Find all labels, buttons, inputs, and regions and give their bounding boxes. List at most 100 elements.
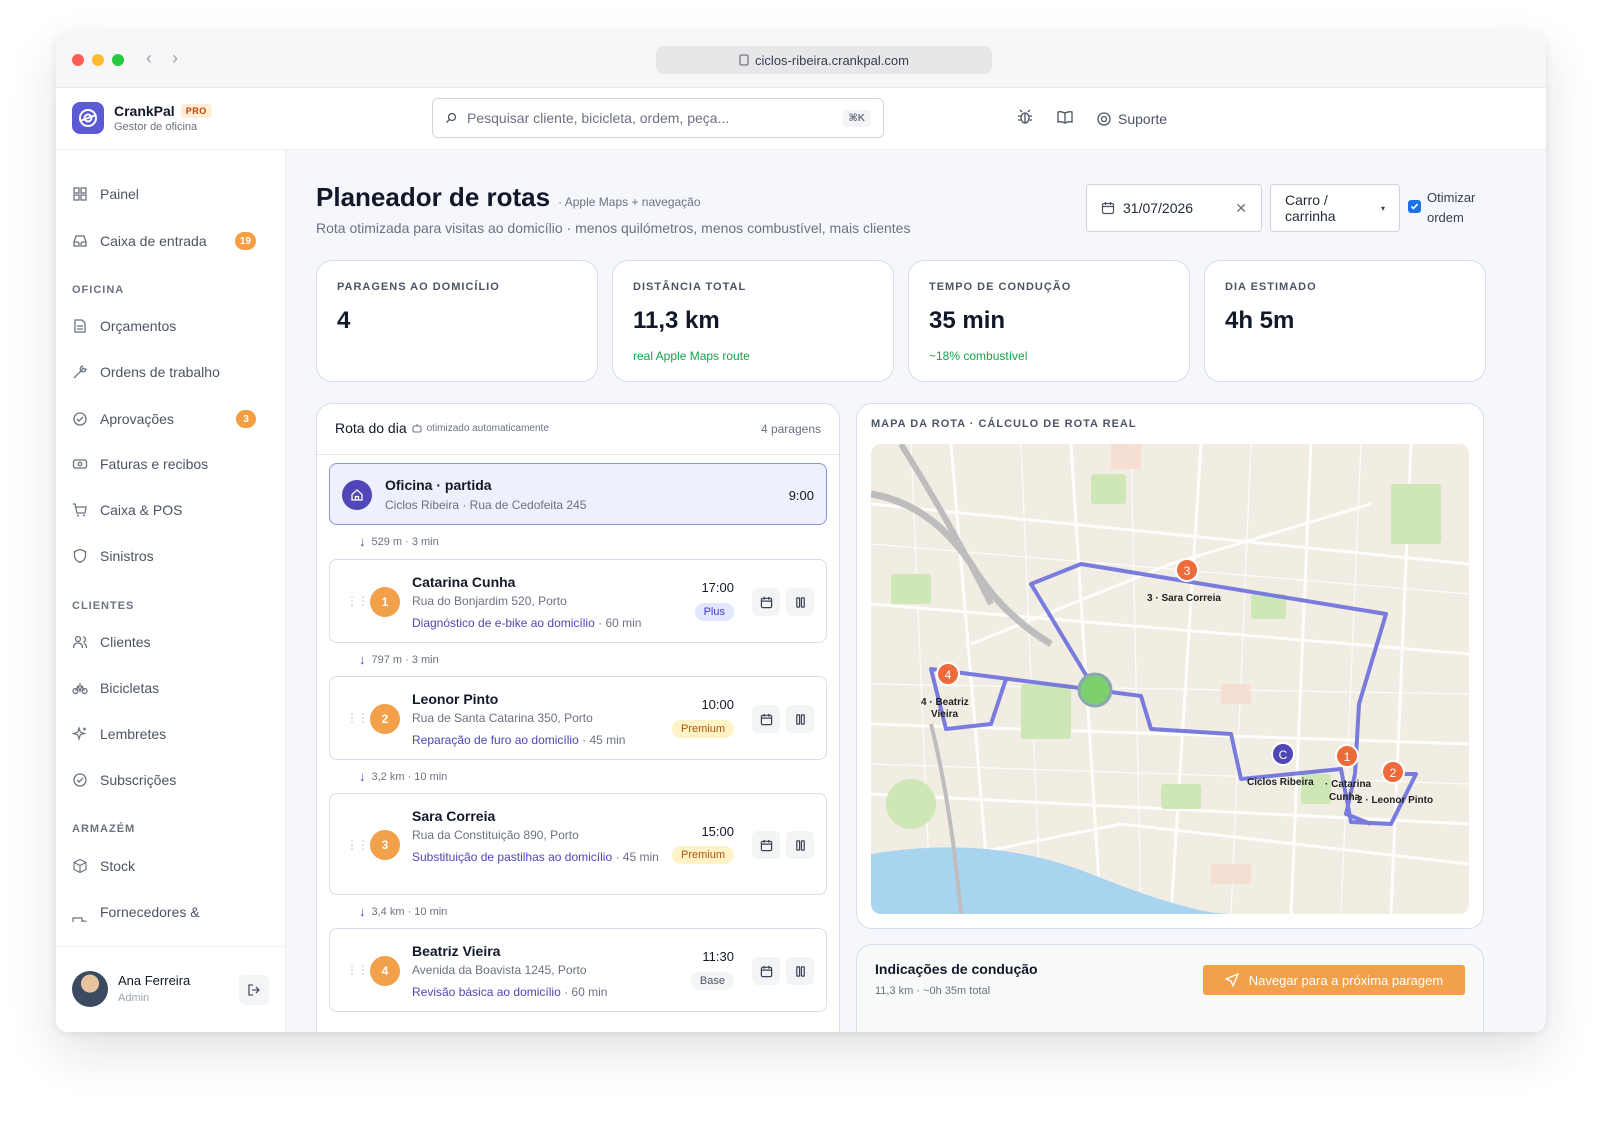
avatar[interactable] (72, 971, 108, 1007)
sidebar-item-stock[interactable]: Stock (72, 858, 256, 874)
users-icon (72, 635, 88, 649)
url-text: ciclos-ribeira.crankpal.com (755, 52, 909, 68)
stat-value: 35 min (929, 307, 1006, 334)
navigate-next-stop-button[interactable]: Navegar para a próxima paragem (1203, 965, 1465, 995)
sidebar-item-caixa-pos[interactable]: Caixa & POS (72, 502, 256, 518)
search-icon (446, 112, 457, 123)
stop-service-link[interactable]: Reparação de furo ao domicílio (412, 733, 579, 747)
approvals-count-badge: 3 (236, 410, 256, 428)
sidebar-item-lembretes[interactable]: Lembretes (72, 726, 256, 742)
sidebar-item-clientes[interactable]: Clientes (72, 634, 256, 650)
sidebar-item-aprovacoes[interactable]: Aprovações 3 (72, 410, 256, 428)
route-origin-card[interactable]: Oficina · partida Ciclos Ribeira · Rua d… (329, 463, 827, 525)
sidebar-item-fornecedores[interactable]: Fornecedores & (72, 904, 256, 922)
back-arrow-icon[interactable]: ‹ (146, 48, 152, 69)
close-window-button[interactable] (72, 54, 84, 66)
sidebar-item-subscricoes[interactable]: Subscrições (72, 772, 256, 788)
stat-value: 4h 5m (1225, 307, 1295, 334)
map-pin[interactable]: C (1271, 742, 1295, 766)
search-placeholder: Pesquisar cliente, bicicleta, ordem, peç… (467, 110, 730, 126)
calendar-icon (760, 713, 772, 725)
grid-icon (73, 187, 87, 201)
stop-duration: · 60 min (598, 616, 642, 630)
stop-service-link[interactable]: Revisão básica ao domicílio (412, 985, 561, 999)
sidebar-item-orcamentos[interactable]: Orçamentos (72, 318, 256, 334)
sidebar-item-label: Lembretes (100, 726, 167, 742)
page-subtitle: Rota otimizada para visitas ao domicílio… (316, 220, 911, 236)
sidebar-item-faturas[interactable]: Faturas e recibos (72, 456, 256, 472)
drag-handle-icon[interactable]: ⋮⋮ (346, 838, 369, 852)
optimize-order-toggle[interactable]: Otimizar ordem (1408, 188, 1475, 227)
book-icon[interactable] (1056, 108, 1074, 129)
stop-service: Substituição de pastilhas ao domicílio ·… (412, 848, 662, 866)
pin-marker: 2 (1390, 766, 1397, 780)
route-map[interactable]: 3 3 · Sara Correia 4 4 · Beatriz Vieira … (871, 444, 1469, 914)
origin-address: Ciclos Ribeira · Rua de Cedofeita 245 (385, 498, 587, 512)
schedule-button[interactable] (752, 588, 780, 616)
drag-handle-icon[interactable]: ⋮⋮ (346, 963, 369, 977)
date-field[interactable]: 31/07/2026 ✕ (1086, 184, 1262, 232)
stop-service-link[interactable]: Substituição de pastilhas ao domicílio (412, 850, 612, 864)
route-stop-card[interactable]: ⋮⋮ 3 Sara Correia Rua da Constituição 89… (329, 793, 827, 895)
sidebar-item-painel[interactable]: Painel (72, 186, 256, 202)
sidebar-item-inbox[interactable]: Caixa de entrada 19 (72, 232, 256, 250)
map-pin[interactable]: 1 (1335, 744, 1359, 768)
stat-label: DISTÂNCIA TOTAL (633, 281, 747, 293)
minimize-window-button[interactable] (92, 54, 104, 66)
calendar-icon (760, 596, 772, 608)
drag-handle-icon[interactable]: ⋮⋮ (346, 711, 369, 725)
clear-date-icon[interactable]: ✕ (1235, 200, 1247, 217)
stat-label: PARAGENS AO DOMICÍLIO (337, 281, 500, 293)
map-canvas: 3 3 · Sara Correia 4 4 · Beatriz Vieira … (871, 444, 1469, 914)
stop-customer-name: Catarina Cunha (412, 574, 516, 590)
drag-handle-icon[interactable]: ⋮⋮ (346, 594, 369, 608)
sidebar-item-label: Stock (100, 858, 136, 874)
schedule-button[interactable] (752, 957, 780, 985)
address-bar[interactable]: ciclos-ribeira.crankpal.com (656, 46, 992, 74)
stop-time: 10:00 (701, 697, 734, 712)
date-value: 31/07/2026 (1123, 200, 1194, 216)
sidebar-item-label: Aprovações (100, 411, 174, 427)
support-link[interactable]: Suporte (1096, 111, 1167, 127)
chevron-down-icon: ▾ (1380, 203, 1385, 213)
route-stop-card[interactable]: ⋮⋮ 4 Beatriz Vieira Avenida da Boavista … (329, 928, 827, 1012)
search-input[interactable]: Pesquisar cliente, bicicleta, ordem, peç… (432, 98, 884, 138)
pin-label: Cunha (1329, 792, 1361, 803)
schedule-button[interactable] (752, 705, 780, 733)
sidebar-item-bicicletas[interactable]: Bicicletas (72, 680, 256, 696)
stat-value: 4 (337, 307, 351, 334)
schedule-button[interactable] (752, 831, 780, 859)
map-pin[interactable]: 3 (1175, 558, 1199, 582)
pin-label: 2 · Leonor Pinto (1357, 795, 1433, 806)
forward-arrow-icon[interactable]: › (172, 48, 178, 69)
stat-note: ~18% combustível (929, 349, 1028, 363)
stop-service-link[interactable]: Diagnóstico de e-bike ao domicílio (412, 616, 595, 630)
route-panel: Rota do dia otimizado automaticamente 4 … (316, 403, 840, 1032)
sidebar-item-label: Painel (100, 186, 139, 202)
calendar-icon (1101, 202, 1115, 215)
inbox-icon (73, 235, 87, 247)
brand[interactable]: CrankPal PRO Gestor de oficina (72, 102, 212, 134)
map-pin[interactable]: 4 (936, 662, 960, 686)
maximize-window-button[interactable] (112, 54, 124, 66)
route-stop-card[interactable]: ⋮⋮ 1 Catarina Cunha Rua do Bonjardim 520… (329, 559, 827, 643)
optimize-checkbox[interactable] (1408, 200, 1421, 213)
sidebar-item-sinistros[interactable]: Sinistros (72, 548, 256, 564)
browser-chrome: ‹ › ciclos-ribeira.crankpal.com (56, 32, 1546, 88)
sidebar-item-label: Subscrições (100, 772, 177, 788)
pause-icon (795, 839, 805, 851)
inbox-count-badge: 19 (234, 232, 256, 250)
sidebar-item-ordens[interactable]: Ordens de trabalho (72, 364, 256, 380)
pause-button[interactable] (786, 705, 814, 733)
bug-icon[interactable] (1016, 108, 1034, 129)
pause-button[interactable] (786, 957, 814, 985)
pause-button[interactable] (786, 831, 814, 859)
stat-card-estimated-day: DIA ESTIMADO 4h 5m (1204, 260, 1486, 382)
pin-marker: 1 (1344, 750, 1351, 764)
vehicle-select[interactable]: Carro / carrinha ▾ (1270, 184, 1400, 232)
support-label: Suporte (1118, 110, 1168, 127)
map-pin[interactable]: 2 (1381, 760, 1405, 784)
logout-button[interactable] (239, 975, 269, 1005)
pause-button[interactable] (786, 588, 814, 616)
route-stop-card[interactable]: ⋮⋮ 2 Leonor Pinto Rua de Santa Catarina … (329, 676, 827, 760)
